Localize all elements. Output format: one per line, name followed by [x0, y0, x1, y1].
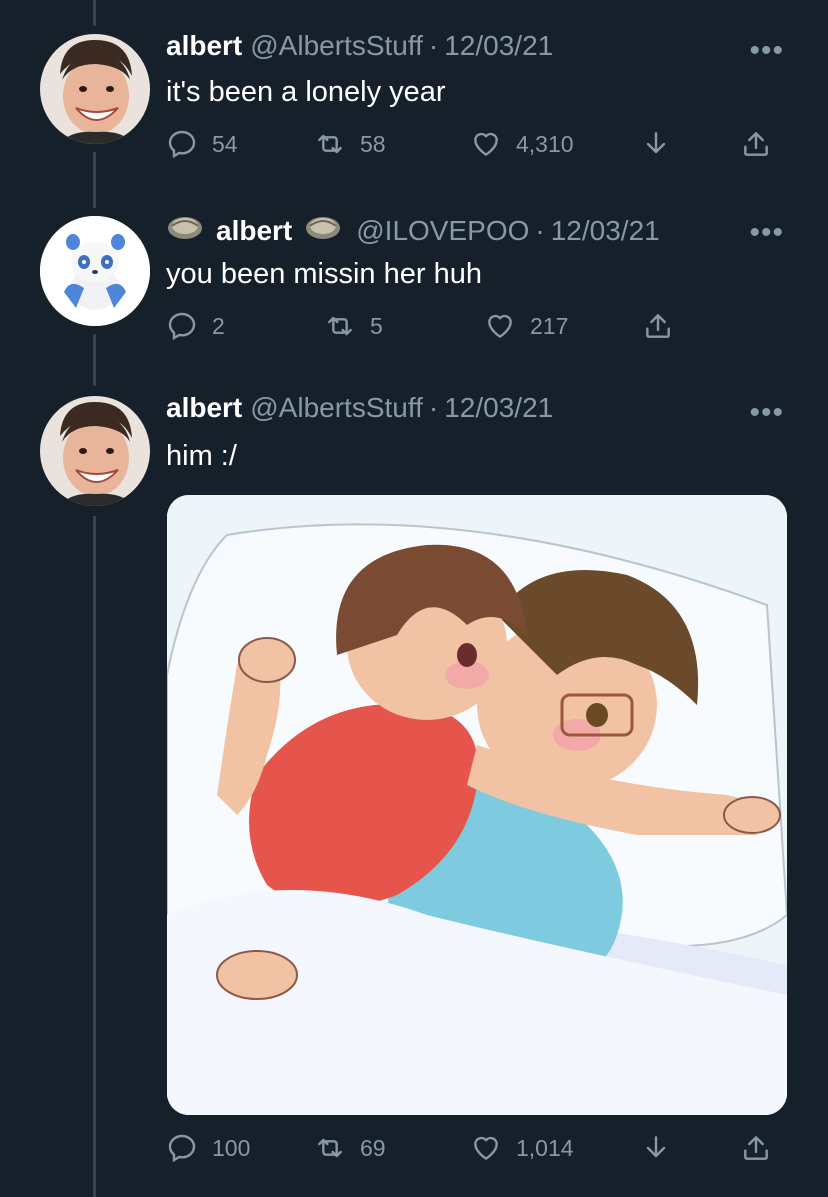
user-handle[interactable]: @AlbertsStuff — [250, 30, 423, 62]
tweet-1[interactable]: albert @AlbertsStuff · 12/03/21 ••• it's… — [0, 0, 828, 190]
share-button[interactable] — [740, 1132, 772, 1164]
avatar[interactable] — [40, 34, 150, 144]
avatar[interactable] — [40, 216, 150, 326]
tweet-text: him :/ — [166, 440, 237, 472]
download-arrow-icon — [646, 1136, 666, 1158]
tweet-date[interactable]: 12/03/21 — [444, 392, 553, 424]
retweet-button[interactable]: 69 — [314, 1132, 386, 1164]
display-name[interactable]: albert — [216, 215, 292, 247]
reply-icon — [168, 312, 196, 341]
oyster-icon — [304, 212, 342, 249]
smiling-man-avatar-icon — [40, 396, 150, 506]
share-icon — [744, 1136, 768, 1160]
retweet-count: 58 — [360, 130, 386, 157]
separator-dot: · — [428, 30, 439, 61]
separator-dot: · — [428, 392, 439, 423]
avatar[interactable] — [40, 396, 150, 506]
tweet-header: albert @ILOVEPOO · 12/03/21 — [166, 212, 660, 249]
display-name[interactable]: albert — [166, 392, 242, 424]
reply-count: 100 — [212, 1134, 251, 1161]
more-options-icon[interactable]: ••• — [749, 398, 784, 428]
tweet-text: it's been a lonely year — [166, 76, 446, 108]
separator-dot: · — [535, 214, 545, 246]
like-count: 217 — [530, 312, 569, 339]
retweet-count: 5 — [370, 312, 383, 339]
retweet-button[interactable]: 5 — [324, 310, 383, 342]
like-count: 1,014 — [516, 1134, 574, 1161]
tweet-media-image[interactable] — [167, 495, 787, 1115]
reply-button[interactable]: 100 — [166, 1132, 250, 1164]
tweet-actions: 100 69 1,014 — [166, 1132, 786, 1172]
retweet-icon — [328, 316, 352, 336]
blue-panda-avatar-icon — [40, 216, 150, 326]
heart-icon — [474, 132, 498, 156]
reply-icon — [168, 1134, 196, 1163]
retweet-icon — [318, 134, 342, 154]
tweet-header: albert @AlbertsStuff · 12/03/21 — [166, 30, 553, 62]
share-icon — [646, 314, 670, 338]
reply-icon — [168, 130, 196, 159]
like-count: 4,310 — [516, 130, 574, 157]
oyster-icon — [166, 212, 204, 249]
tweet-text: you been missin her huh — [166, 258, 482, 290]
retweet-button[interactable]: 58 — [314, 128, 386, 160]
tweet-2[interactable]: albert @ILOVEPOO · 12/03/21 ••• you been… — [0, 190, 828, 370]
retweet-icon — [318, 1138, 342, 1158]
more-options-icon[interactable]: ••• — [749, 36, 784, 66]
user-handle[interactable]: @ILOVEPOO — [356, 215, 529, 247]
bookmark-download-button[interactable] — [640, 128, 672, 160]
retweet-count: 69 — [360, 1134, 386, 1161]
reply-count: 2 — [212, 312, 225, 339]
more-options-icon[interactable]: ••• — [749, 218, 784, 248]
reply-button[interactable]: 2 — [166, 310, 225, 342]
smiling-man-avatar-icon — [40, 34, 150, 144]
tweet-header: albert @AlbertsStuff · 12/03/21 — [166, 392, 553, 424]
bookmark-download-button[interactable] — [640, 1132, 672, 1164]
tweet-actions: 2 5 217 — [166, 310, 786, 350]
share-button[interactable] — [740, 128, 772, 160]
display-name[interactable]: albert — [166, 30, 242, 62]
user-handle[interactable]: @AlbertsStuff — [250, 392, 423, 424]
download-arrow-icon — [646, 132, 666, 154]
heart-icon — [474, 1136, 498, 1160]
reply-count: 54 — [212, 130, 238, 157]
tweet-date[interactable]: 12/03/21 — [444, 30, 553, 62]
reply-button[interactable]: 54 — [166, 128, 238, 160]
like-button[interactable]: 4,310 — [470, 128, 574, 160]
like-button[interactable]: 1,014 — [470, 1132, 574, 1164]
tweet-actions: 54 58 4,310 — [166, 128, 786, 168]
anime-couple-illustration-icon — [167, 495, 787, 1115]
tweet-date[interactable]: 12/03/21 — [551, 215, 660, 247]
heart-icon — [488, 314, 512, 338]
like-button[interactable]: 217 — [484, 310, 568, 342]
share-icon — [744, 132, 768, 156]
share-button[interactable] — [642, 310, 674, 342]
